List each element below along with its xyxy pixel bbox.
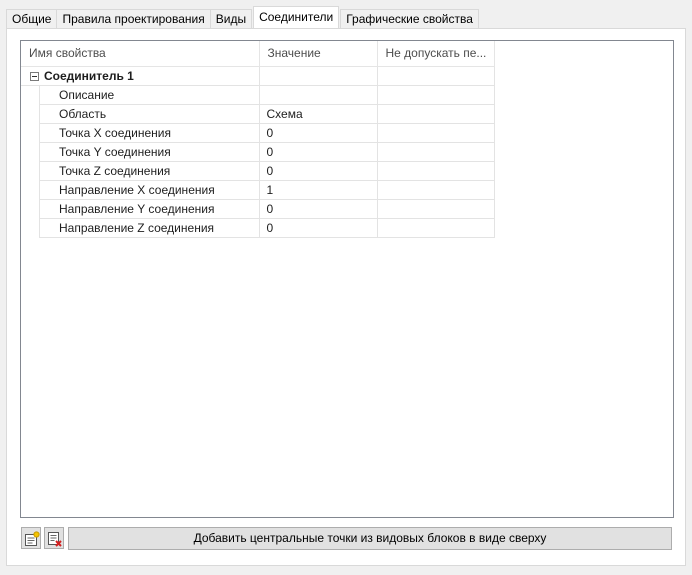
property-table: Имя свойства Значение Не допускать пе...… xyxy=(21,41,495,238)
property-grid[interactable]: Имя свойства Значение Не допускать пе...… xyxy=(20,40,674,518)
property-value[interactable]: 0 xyxy=(259,123,378,143)
column-header-lock[interactable]: Не допускать пе... xyxy=(377,41,495,67)
property-value[interactable]: 0 xyxy=(259,218,378,238)
property-lock[interactable] xyxy=(377,180,495,200)
property-lock[interactable] xyxy=(377,85,495,105)
property-name: Описание xyxy=(21,85,260,105)
property-lock[interactable] xyxy=(377,123,495,143)
group-name: Соединитель 1 xyxy=(44,68,134,83)
property-value[interactable] xyxy=(259,85,378,105)
tab-design-rules[interactable]: Правила проектирования xyxy=(56,9,211,28)
property-lock[interactable] xyxy=(377,199,495,219)
group-cell: Соединитель 1 xyxy=(21,66,260,86)
tab-connectors[interactable]: Соединители xyxy=(253,6,340,28)
group-value-cell xyxy=(259,66,378,86)
property-value[interactable]: 1 xyxy=(259,180,378,200)
property-value[interactable]: Схема xyxy=(259,104,378,124)
property-lock[interactable] xyxy=(377,161,495,181)
property-name: Направление Z соединения xyxy=(21,218,260,238)
tab-strip: Общие Правила проектирования Виды Соедин… xyxy=(6,6,479,28)
tab-views[interactable]: Виды xyxy=(209,9,253,28)
add-center-points-button[interactable]: Добавить центральные точки из видовых бл… xyxy=(68,527,672,550)
collapse-icon[interactable] xyxy=(30,71,39,81)
property-value[interactable]: 0 xyxy=(259,199,378,219)
property-name: Направление X соединения xyxy=(21,180,260,200)
property-name: Точка X соединения xyxy=(21,123,260,143)
property-name: Направление Y соединения xyxy=(21,199,260,219)
group-lock-cell xyxy=(377,66,495,86)
delete-connector-icon xyxy=(48,532,62,547)
property-value[interactable]: 0 xyxy=(259,142,378,162)
table-row[interactable]: Описание xyxy=(21,85,495,105)
header-row: Имя свойства Значение Не допускать пе... xyxy=(21,41,495,67)
property-name: Точка Z соединения xyxy=(21,161,260,181)
table-row[interactable]: Направление Z соединения 0 xyxy=(21,218,495,238)
group-row[interactable]: Соединитель 1 xyxy=(21,66,495,86)
property-lock[interactable] xyxy=(377,142,495,162)
table-row[interactable]: Точка X соединения 0 xyxy=(21,123,495,143)
property-name: Точка Y соединения xyxy=(21,142,260,162)
table-row[interactable]: Область Схема xyxy=(21,104,495,124)
property-value[interactable]: 0 xyxy=(259,161,378,181)
table-row[interactable]: Точка Y соединения 0 xyxy=(21,142,495,162)
tab-general[interactable]: Общие xyxy=(6,9,58,28)
table-row[interactable]: Точка Z соединения 0 xyxy=(21,161,495,181)
column-header-value[interactable]: Значение xyxy=(259,41,378,67)
add-connector-icon xyxy=(25,531,40,546)
property-lock[interactable] xyxy=(377,218,495,238)
add-connector-button[interactable] xyxy=(21,527,41,549)
property-name: Область xyxy=(21,104,260,124)
table-row[interactable]: Направление Y соединения 0 xyxy=(21,199,495,219)
column-header-property-name[interactable]: Имя свойства xyxy=(21,41,260,67)
property-lock[interactable] xyxy=(377,104,495,124)
table-row[interactable]: Направление X соединения 1 xyxy=(21,180,495,200)
tab-panel: Имя свойства Значение Не допускать пе...… xyxy=(6,28,686,566)
tab-graphic-properties[interactable]: Графические свойства xyxy=(340,9,479,28)
delete-connector-button[interactable] xyxy=(44,527,64,549)
